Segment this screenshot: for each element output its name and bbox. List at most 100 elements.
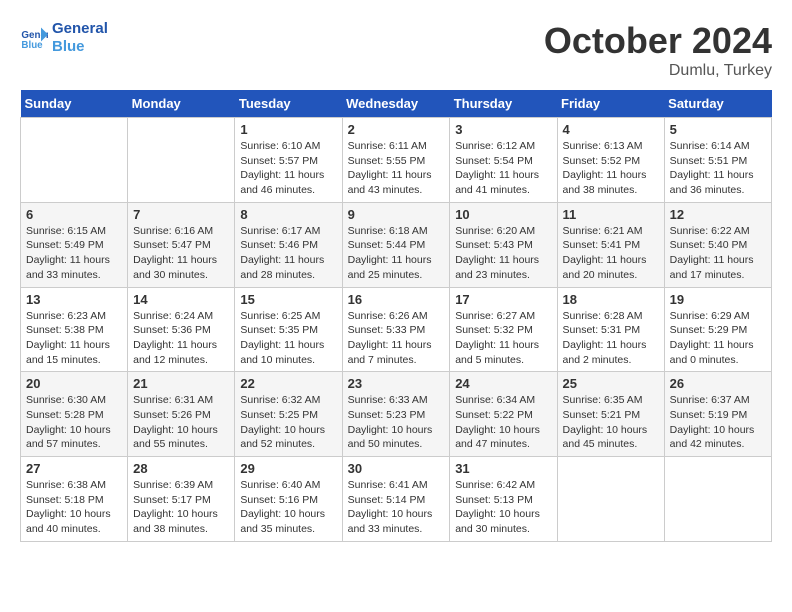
calendar-week-row: 1 Sunrise: 6:10 AM Sunset: 5:57 PM Daylig… [21,118,772,203]
day-info: Sunrise: 6:37 AM Sunset: 5:19 PM Dayligh… [670,393,766,452]
page-header: General Blue General Blue October 2024 D… [20,20,772,80]
day-info: Sunrise: 6:10 AM Sunset: 5:57 PM Dayligh… [240,139,336,198]
day-number: 18 [563,292,659,307]
day-info: Sunrise: 6:20 AM Sunset: 5:43 PM Dayligh… [455,224,551,283]
logo-line2: Blue [52,38,108,56]
day-number: 1 [240,122,336,137]
calendar-cell: 5 Sunrise: 6:14 AM Sunset: 5:51 PM Daylig… [664,118,771,203]
day-info: Sunrise: 6:28 AM Sunset: 5:31 PM Dayligh… [563,309,659,368]
day-info: Sunrise: 6:12 AM Sunset: 5:54 PM Dayligh… [455,139,551,198]
day-number: 9 [348,207,445,222]
logo[interactable]: General Blue General Blue [20,20,108,56]
calendar-cell: 7 Sunrise: 6:16 AM Sunset: 5:47 PM Daylig… [128,202,235,287]
calendar-cell: 20 Sunrise: 6:30 AM Sunset: 5:28 PM Dayli… [21,372,128,457]
calendar-cell: 21Sunrise: 6:31 AM Sunset: 5:26 PM Dayli… [128,372,235,457]
day-info: Sunrise: 6:39 AM Sunset: 5:17 PM Dayligh… [133,478,229,537]
calendar-cell [128,118,235,203]
calendar-cell: 25Sunrise: 6:35 AM Sunset: 5:21 PM Dayli… [557,372,664,457]
day-number: 19 [670,292,766,307]
day-number: 16 [348,292,445,307]
day-info: Sunrise: 6:17 AM Sunset: 5:46 PM Dayligh… [240,224,336,283]
day-number: 20 [26,376,122,391]
day-number: 5 [670,122,766,137]
calendar-cell [664,457,771,542]
day-number: 6 [26,207,122,222]
calendar-cell: 30 Sunrise: 6:41 AM Sunset: 5:14 PM Dayli… [342,457,450,542]
weekday-header-monday: Monday [128,90,235,118]
calendar-cell: 13 Sunrise: 6:23 AM Sunset: 5:38 PM Dayli… [21,287,128,372]
calendar-cell: 26 Sunrise: 6:37 AM Sunset: 5:19 PM Dayli… [664,372,771,457]
calendar-header-row: SundayMondayTuesdayWednesdayThursdayFrid… [21,90,772,118]
day-info: Sunrise: 6:24 AM Sunset: 5:36 PM Dayligh… [133,309,229,368]
day-info: Sunrise: 6:22 AM Sunset: 5:40 PM Dayligh… [670,224,766,283]
day-number: 23 [348,376,445,391]
calendar-cell: 8 Sunrise: 6:17 AM Sunset: 5:46 PM Daylig… [235,202,342,287]
day-number: 2 [348,122,445,137]
day-info: Sunrise: 6:32 AM Sunset: 5:25 PM Dayligh… [240,393,336,452]
calendar-week-row: 20 Sunrise: 6:30 AM Sunset: 5:28 PM Dayli… [21,372,772,457]
day-info: Sunrise: 6:16 AM Sunset: 5:47 PM Dayligh… [133,224,229,283]
day-info: Sunrise: 6:42 AM Sunset: 5:13 PM Dayligh… [455,478,551,537]
calendar-cell: 22 Sunrise: 6:32 AM Sunset: 5:25 PM Dayli… [235,372,342,457]
day-number: 14 [133,292,229,307]
calendar-cell: 27Sunrise: 6:38 AM Sunset: 5:18 PM Dayli… [21,457,128,542]
calendar-cell: 24 Sunrise: 6:34 AM Sunset: 5:22 PM Dayli… [450,372,557,457]
day-number: 31 [455,461,551,476]
calendar-cell: 6 Sunrise: 6:15 AM Sunset: 5:49 PM Daylig… [21,202,128,287]
day-number: 10 [455,207,551,222]
day-number: 8 [240,207,336,222]
day-number: 13 [26,292,122,307]
day-info: Sunrise: 6:23 AM Sunset: 5:38 PM Dayligh… [26,309,122,368]
day-number: 22 [240,376,336,391]
logo-icon: General Blue [20,24,48,52]
calendar-week-row: 13 Sunrise: 6:23 AM Sunset: 5:38 PM Dayli… [21,287,772,372]
calendar-cell: 16Sunrise: 6:26 AM Sunset: 5:33 PM Dayli… [342,287,450,372]
day-info: Sunrise: 6:33 AM Sunset: 5:23 PM Dayligh… [348,393,445,452]
weekday-header-friday: Friday [557,90,664,118]
calendar-week-row: 6 Sunrise: 6:15 AM Sunset: 5:49 PM Daylig… [21,202,772,287]
svg-text:Blue: Blue [21,40,43,51]
day-number: 29 [240,461,336,476]
calendar-cell: 10 Sunrise: 6:20 AM Sunset: 5:43 PM Dayli… [450,202,557,287]
calendar-cell: 17Sunrise: 6:27 AM Sunset: 5:32 PM Dayli… [450,287,557,372]
calendar-week-row: 27Sunrise: 6:38 AM Sunset: 5:18 PM Dayli… [21,457,772,542]
calendar-cell: 3Sunrise: 6:12 AM Sunset: 5:54 PM Daylig… [450,118,557,203]
weekday-header-thursday: Thursday [450,90,557,118]
weekday-header-saturday: Saturday [664,90,771,118]
calendar-cell: 1 Sunrise: 6:10 AM Sunset: 5:57 PM Daylig… [235,118,342,203]
day-info: Sunrise: 6:11 AM Sunset: 5:55 PM Dayligh… [348,139,445,198]
day-info: Sunrise: 6:41 AM Sunset: 5:14 PM Dayligh… [348,478,445,537]
weekday-header-sunday: Sunday [21,90,128,118]
calendar-cell: 18 Sunrise: 6:28 AM Sunset: 5:31 PM Dayli… [557,287,664,372]
calendar-cell: 11Sunrise: 6:21 AM Sunset: 5:41 PM Dayli… [557,202,664,287]
calendar-cell: 12 Sunrise: 6:22 AM Sunset: 5:40 PM Dayli… [664,202,771,287]
day-number: 12 [670,207,766,222]
calendar-cell: 9Sunrise: 6:18 AM Sunset: 5:44 PM Daylig… [342,202,450,287]
weekday-header-tuesday: Tuesday [235,90,342,118]
day-info: Sunrise: 6:35 AM Sunset: 5:21 PM Dayligh… [563,393,659,452]
month-title: October 2024 [544,20,772,62]
calendar-cell: 2 Sunrise: 6:11 AM Sunset: 5:55 PM Daylig… [342,118,450,203]
day-number: 26 [670,376,766,391]
day-info: Sunrise: 6:40 AM Sunset: 5:16 PM Dayligh… [240,478,336,537]
logo-line1: General [52,20,108,38]
calendar-cell [21,118,128,203]
calendar-cell: 14 Sunrise: 6:24 AM Sunset: 5:36 PM Dayli… [128,287,235,372]
title-section: October 2024 Dumlu, Turkey [544,20,772,80]
day-info: Sunrise: 6:29 AM Sunset: 5:29 PM Dayligh… [670,309,766,368]
calendar-cell: 31 Sunrise: 6:42 AM Sunset: 5:13 PM Dayli… [450,457,557,542]
day-info: Sunrise: 6:21 AM Sunset: 5:41 PM Dayligh… [563,224,659,283]
day-number: 30 [348,461,445,476]
day-info: Sunrise: 6:15 AM Sunset: 5:49 PM Dayligh… [26,224,122,283]
day-info: Sunrise: 6:30 AM Sunset: 5:28 PM Dayligh… [26,393,122,452]
day-number: 7 [133,207,229,222]
day-number: 4 [563,122,659,137]
calendar-cell: 19 Sunrise: 6:29 AM Sunset: 5:29 PM Dayli… [664,287,771,372]
day-number: 24 [455,376,551,391]
calendar-table: SundayMondayTuesdayWednesdayThursdayFrid… [20,90,772,542]
day-number: 27 [26,461,122,476]
day-info: Sunrise: 6:34 AM Sunset: 5:22 PM Dayligh… [455,393,551,452]
day-info: Sunrise: 6:14 AM Sunset: 5:51 PM Dayligh… [670,139,766,198]
day-number: 15 [240,292,336,307]
day-number: 17 [455,292,551,307]
